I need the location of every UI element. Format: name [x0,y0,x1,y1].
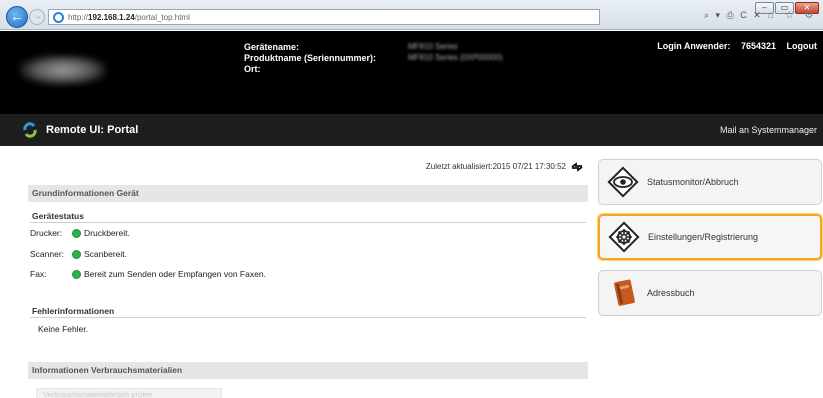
browser-toolbar: – ▭ ✕ ← → http://192.168.1.24/portal_top… [0,0,823,30]
settings-diamond-icon [608,221,640,253]
home-favorites-settings-icons[interactable]: ⌂ ☆ ⚙ [768,10,818,21]
product-name-value: MF810 Series (0XP00000) [408,53,503,62]
scanner-status-row: Scanner: Scanbereit. [30,249,127,259]
divider [30,222,586,223]
login-user-id: 7654321 [740,41,776,51]
scanner-status-text: Scanbereit. [84,249,127,259]
scanner-ready-icon [72,249,81,259]
settings-registration-label: Einstellungen/Registrierung [648,232,759,242]
back-arrow-icon[interactable]: ← [6,6,28,28]
basic-info-section-header: Grundinformationen Gerät [28,185,588,202]
last-updated-text: Zuletzt aktualisiert:2015 07/21 17:30:52 [425,162,566,171]
last-updated: Zuletzt aktualisiert:2015 07/21 17:30:52 [28,160,588,174]
address-tools-icons[interactable]: ⌕ ▾ ⎙ C ✕ [704,10,763,21]
brand-logo [20,55,106,85]
address-book-label: Adressbuch [647,288,695,298]
device-name-label: Gerätename: [244,42,300,52]
address-book-icon [614,279,635,306]
status-monitor-label: Statusmonitor/Abbruch [647,177,739,187]
error-info-heading: Fehlerinformationen [32,306,115,316]
device-header: Gerätename: Produktname (Seriennummer): … [0,31,823,114]
device-status-heading: Gerätestatus [32,211,84,221]
scanner-label: Scanner: [30,249,65,259]
product-name-label: Produktname (Seriennummer): [244,53,377,63]
check-consumables-button[interactable]: Verbrauchsmaterialdetails prüfen [36,388,222,398]
location-label: Ort: [244,64,261,74]
settings-registration-button[interactable]: Einstellungen/Registrierung [598,214,822,260]
mail-system-manager-link[interactable]: Mail an Systemmanager [720,125,817,135]
forward-arrow-icon[interactable]: → [29,9,45,25]
fax-ready-icon [72,269,81,279]
app-bar: Remote UI: Portal Mail an Systemmanager [0,114,823,146]
printer-status-row: Drucker: Druckbereit. [30,228,130,238]
portal-icon [22,122,38,138]
address-bar[interactable]: http://192.168.1.24/portal_top.html [48,9,600,25]
fax-status-row: Fax: Bereit zum Senden oder Empfangen vo… [30,269,266,279]
fax-status-text: Bereit zum Senden oder Empfangen von Fax… [84,269,266,279]
eye-diamond-icon [607,166,639,198]
device-name-value: MF810 Series [408,42,458,51]
logout-link[interactable]: Logout [787,41,818,51]
status-monitor-button[interactable]: Statusmonitor/Abbruch [598,159,822,205]
page-title: Remote UI: Portal [46,124,139,136]
login-user-label: Login Anwender: [657,41,731,51]
divider [30,317,586,318]
fax-label: Fax: [30,269,47,279]
consumables-section-header: Informationen Verbrauchsmaterialien [28,362,588,379]
login-info: Login Anwender: 7654321 Logout [649,41,817,51]
ie-page-icon [53,11,64,23]
error-info-text: Keine Fehler. [38,324,89,334]
printer-label: Drucker: [30,228,63,238]
printer-status-text: Druckbereit. [84,228,130,238]
address-url: http://192.168.1.24/portal_top.html [68,12,190,22]
refresh-icon[interactable] [570,160,584,174]
printer-ready-icon [72,228,81,238]
address-book-button[interactable]: Adressbuch [598,270,822,316]
